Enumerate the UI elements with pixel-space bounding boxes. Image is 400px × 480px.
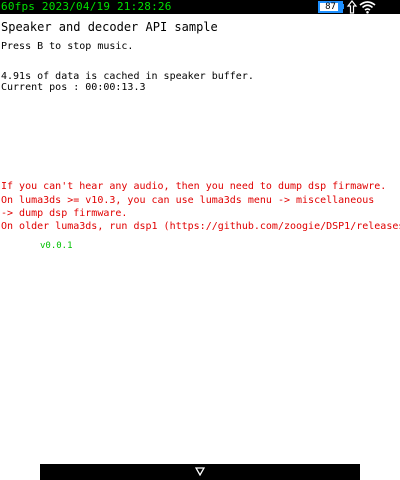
warning-line: On older luma3ds, run dsp1 (https://gith…: [1, 221, 400, 232]
warning-line: -> dump dsp firmware.: [1, 208, 128, 219]
status-fps-datetime: 60fps 2023/04/19 21:28:26: [1, 0, 172, 13]
current-position-text: Current pos : 00:00:13.3: [1, 82, 146, 93]
warning-line: If you can't hear any audio, then you ne…: [1, 181, 387, 192]
battery-icon: 87: [318, 1, 343, 13]
bottom-bar: [40, 464, 360, 480]
battery-tip: [342, 4, 344, 9]
page-title: Speaker and decoder API sample: [1, 20, 218, 34]
cache-info-text: 4.91s of data is cached in speaker buffe…: [1, 71, 254, 82]
version-label: v0.0.1: [40, 241, 73, 251]
status-bar: 60fps 2023/04/19 21:28:26 87: [0, 0, 400, 14]
battery-level-text: 87: [325, 2, 336, 12]
down-arrow-icon[interactable]: [195, 467, 205, 476]
charging-icon: [346, 0, 358, 14]
instruction-text: Press B to stop music.: [1, 41, 134, 52]
wifi-icon: [359, 1, 376, 14]
warning-line: On luma3ds >= v10.3, you can use luma3ds…: [1, 195, 375, 206]
